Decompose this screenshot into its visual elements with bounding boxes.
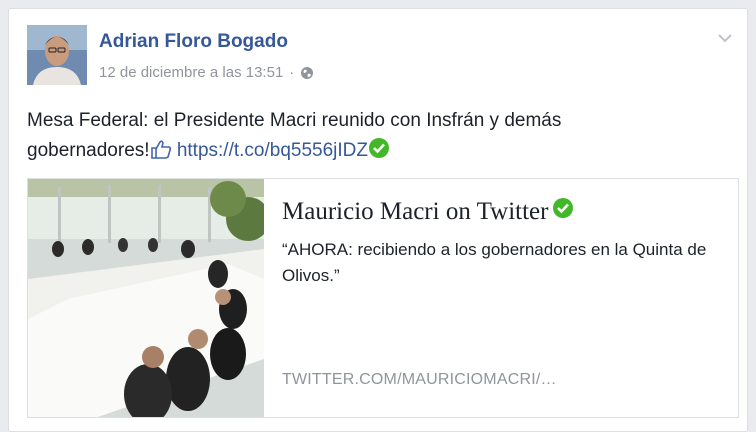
post-meta: 12 de diciembre a las 13:51 · bbox=[99, 64, 314, 81]
check-icon bbox=[368, 137, 390, 169]
globe-icon[interactable] bbox=[300, 66, 314, 80]
preview-domain: TWITTER.COM/MAURICIOMACRI/… bbox=[282, 371, 557, 388]
post-text: Mesa Federal: el Presidente Macri reunid… bbox=[27, 106, 667, 169]
avatar[interactable] bbox=[27, 25, 87, 85]
like-icon bbox=[150, 139, 172, 159]
preview-image[interactable] bbox=[28, 179, 270, 417]
preview-body: Mauricio Macri on Twitter “AHORA: recibi… bbox=[264, 179, 738, 417]
post-timestamp[interactable]: 12 de diciembre a las 13:51 bbox=[99, 64, 283, 81]
profile-photo bbox=[27, 25, 87, 85]
preview-title[interactable]: Mauricio Macri on Twitter bbox=[282, 197, 574, 226]
verified-check-icon bbox=[552, 197, 574, 226]
author-name-link[interactable]: Adrian Floro Bogado bbox=[99, 31, 288, 53]
preview-title-text: Mauricio Macri on Twitter bbox=[282, 197, 549, 225]
meta-separator: · bbox=[289, 64, 295, 81]
chevron-down-icon[interactable] bbox=[717, 31, 733, 43]
link-preview[interactable]: Mauricio Macri on Twitter “AHORA: recibi… bbox=[27, 178, 739, 418]
post-card: Adrian Floro Bogado 12 de diciembre a la… bbox=[8, 8, 748, 432]
preview-description: “AHORA: recibiendo a los gobernadores en… bbox=[282, 240, 707, 285]
post-link[interactable]: https://t.co/bq5556jIDZ bbox=[177, 140, 368, 161]
